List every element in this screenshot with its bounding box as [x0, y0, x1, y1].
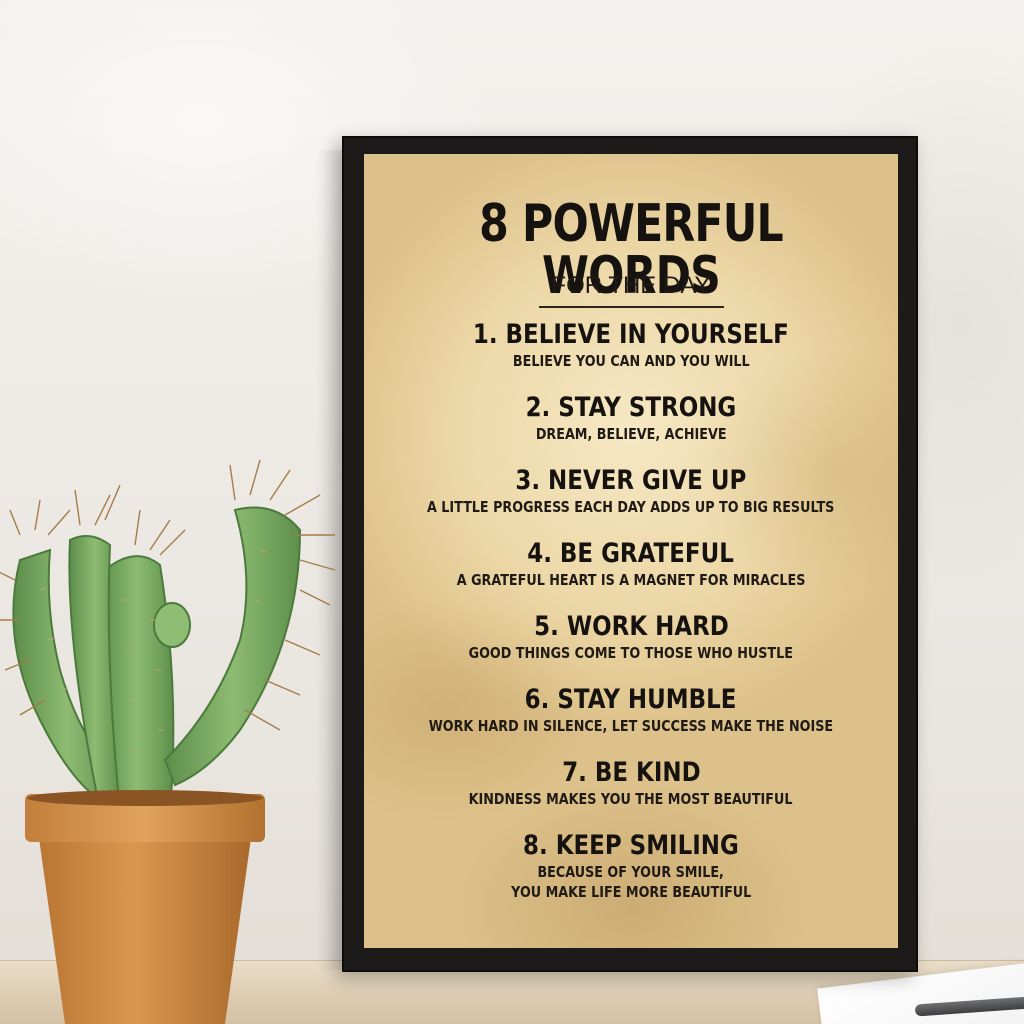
word-description: BELIEVE YOU CAN AND YOU WILL — [512, 352, 750, 370]
word-heading: 3. NEVER GIVE UP — [515, 465, 747, 496]
flower-pot — [25, 790, 265, 1024]
cactus-plant — [0, 459, 336, 811]
motivational-poster: 8 POWERFUL WORDS FOR THE DAY 1. BELIEVE … — [364, 154, 898, 948]
pot-opening — [27, 790, 263, 806]
word-description: DREAM, BELIEVE, ACHIEVE — [535, 425, 727, 443]
cactus-stem — [163, 506, 302, 787]
word-heading: 5. WORK HARD — [533, 611, 729, 642]
word-heading: 4. BE GRATEFUL — [527, 538, 735, 569]
word-heading: 6. STAY HUMBLE — [525, 684, 737, 715]
word-heading: 8. KEEP SMILING — [523, 830, 739, 861]
word-heading: 1. BELIEVE IN YOURSELF — [473, 319, 789, 350]
pot-body — [39, 838, 251, 1024]
word-description: BECAUSE OF YOUR SMILE, — [537, 863, 725, 881]
word-item-8: 8. KEEP SMILING BECAUSE OF YOUR SMILE, Y… — [364, 830, 898, 903]
cactus-bud — [153, 602, 191, 648]
word-item-5: 5. WORK HARD GOOD THINGS COME TO THOSE W… — [364, 611, 898, 684]
subtitle-underline — [539, 306, 724, 308]
word-description: A GRATEFUL HEART IS A MAGNET FOR MIRACLE… — [456, 571, 806, 589]
word-description: GOOD THINGS COME TO THOSE WHO HUSTLE — [468, 644, 794, 662]
word-item-1: 1. BELIEVE IN YOURSELF BELIEVE YOU CAN A… — [364, 319, 898, 392]
word-item-2: 2. STAY STRONG DREAM, BELIEVE, ACHIEVE — [364, 392, 898, 465]
word-item-3: 3. NEVER GIVE UP A LITTLE PROGRESS EACH … — [364, 465, 898, 538]
picture-frame: 8 POWERFUL WORDS FOR THE DAY 1. BELIEVE … — [342, 136, 918, 972]
word-heading: 2. STAY STRONG — [525, 392, 737, 423]
word-item-6: 6. STAY HUMBLE WORK HARD IN SILENCE, LET… — [364, 684, 898, 757]
poster-subtitle: FOR THE DAY — [551, 272, 711, 299]
word-item-7: 7. BE KIND KINDNESS MAKES YOU THE MOST B… — [364, 757, 898, 830]
word-list: 1. BELIEVE IN YOURSELF BELIEVE YOU CAN A… — [364, 319, 898, 903]
word-description: A LITTLE PROGRESS EACH DAY ADDS UP TO BI… — [427, 498, 835, 516]
word-description: WORK HARD IN SILENCE, LET SUCCESS MAKE T… — [428, 717, 834, 735]
word-description-line-2: YOU MAKE LIFE MORE BEAUTIFUL — [510, 883, 752, 901]
word-item-4: 4. BE GRATEFUL A GRATEFUL HEART IS A MAG… — [364, 538, 898, 611]
word-heading: 7. BE KIND — [561, 757, 701, 788]
word-description: KINDNESS MAKES YOU THE MOST BEAUTIFUL — [469, 790, 793, 808]
